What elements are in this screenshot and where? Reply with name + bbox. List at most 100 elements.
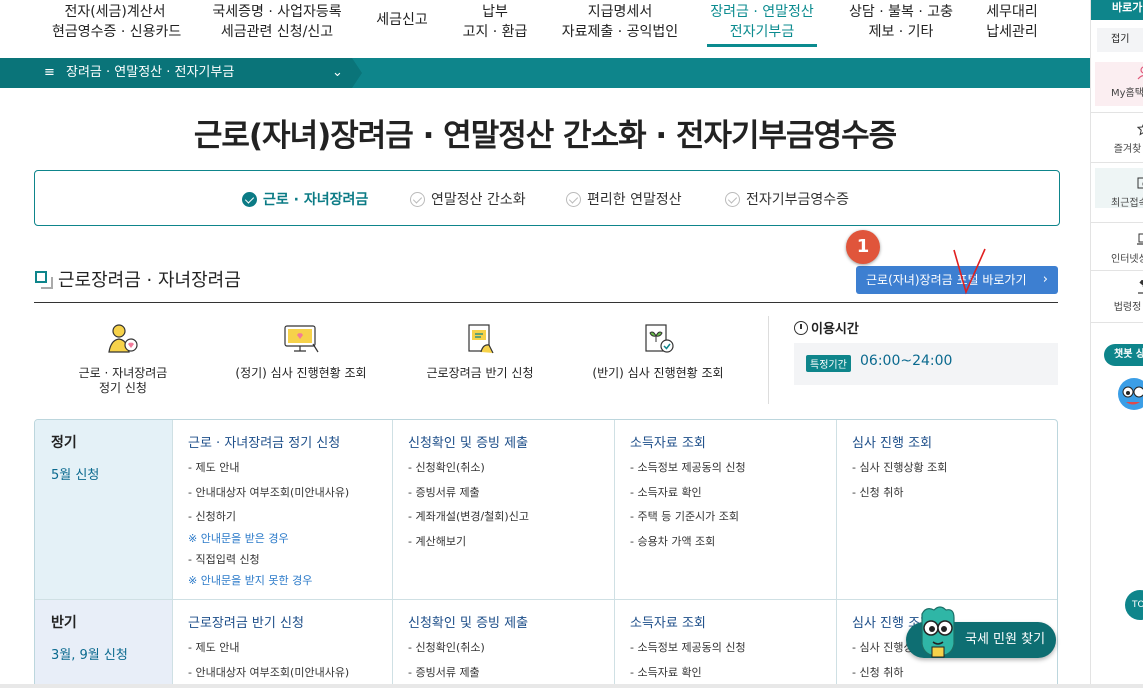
nav-item-statement[interactable]: 지급명세서 자료제출 · 공익법인 (560, 2, 680, 42)
service-table: 정기 5월 신청 근로 · 자녀장려금 정기 신청 - 제도 안내 - 안내대상… (34, 419, 1058, 688)
chatbot-button[interactable]: 챗봇 상 (1104, 344, 1143, 366)
cell-link[interactable]: - 소득자료 확인 (630, 486, 836, 500)
nav-sublabel: 고지 · 환급 (462, 24, 528, 40)
cell-link[interactable]: - 소득자료 확인 (630, 666, 836, 680)
nav-item-certificate[interactable]: 국세증명 · 사업자등록 세금관련 신청/신고 (212, 2, 342, 42)
table-cell: 근로장려금 반기 신청 - 제도 안내 - 안내대상자 여부조회(미안내사유) (172, 600, 392, 688)
cell-link[interactable]: - 증빙서류 제출 (408, 666, 614, 680)
nav-item-tax-filing[interactable]: 세금신고 (372, 10, 432, 30)
hours-value: 06:00~24:00 (860, 353, 953, 369)
portal-button-label: 근로(자녀)장려금 포털 바로가기 (866, 273, 1027, 287)
rail-item-label: 즐겨찾 (1113, 144, 1142, 155)
nav-label: 전자(세금)계산서 (64, 4, 166, 20)
tab-easy-year-end[interactable]: 편리한 연말정산 (566, 189, 682, 209)
person-heart-icon (108, 324, 138, 353)
table-cell: 신청확인 및 증빙 제출 - 신청확인(취소) - 증빙서류 제출 - 계좌개설… (392, 420, 614, 599)
nav-item-agent[interactable]: 세무대리 납세관리 (982, 2, 1042, 42)
cell-link[interactable]: - 소득정보 제공동의 신청 (630, 641, 836, 655)
tab-label: 근로 · 자녀장려금 (263, 192, 369, 208)
nav-active-underline (707, 44, 817, 47)
cell-heading-link[interactable]: 근로장려금 반기 신청 (188, 612, 392, 631)
rail-item-recent[interactable]: 최근접속 (1095, 168, 1143, 208)
tab-label: 연말정산 간소화 (431, 192, 526, 208)
find-button-label: 국세 민원 찾기 (965, 632, 1046, 647)
cell-link[interactable]: - 심사 진행상황 조회 (852, 461, 1057, 475)
nav-item-incentive[interactable]: 장려금 · 연말정산 전자기부금 (707, 2, 817, 42)
check-circle-icon (242, 192, 257, 207)
mascot-icon (921, 606, 955, 658)
rail-item-label: 인터넷상 (1111, 254, 1143, 265)
cell-link[interactable]: - 계산해보기 (408, 535, 614, 549)
table-cell: 소득자료 조회 - 소득정보 제공동의 신청 - 소득자료 확인 - 주택 등 … (614, 420, 836, 599)
cell-link[interactable]: - 승용차 가액 조회 (630, 535, 836, 549)
nav-item-payment[interactable]: 납부 고지 · 환급 (460, 2, 530, 42)
nav-item-consult[interactable]: 상담 · 불복 · 고충 제보 · 기타 (846, 2, 956, 42)
cell-heading-link[interactable]: 근로 · 자녀장려금 정기 신청 (188, 432, 392, 451)
cell-link[interactable]: - 직접입력 신청 (188, 553, 392, 567)
cell-link[interactable]: - 주택 등 기준시가 조회 (630, 510, 836, 524)
table-cell: 근로 · 자녀장려금 정기 신청 - 제도 안내 - 안내대상자 여부조회(미안… (172, 420, 392, 599)
nav-sublabel: 전자기부금 (729, 24, 795, 40)
cell-link[interactable]: - 신청확인(취소) (408, 461, 614, 475)
rail-item-internet-consult[interactable]: 인터넷상 (1095, 232, 1143, 265)
section-divider (34, 302, 1058, 303)
cell-link[interactable]: - 안내대상자 여부조회(미안내사유) (188, 486, 392, 500)
nav-label: 상담 · 불복 · 고충 (849, 4, 953, 20)
cell-heading-link[interactable]: 신청확인 및 증빙 제출 (408, 432, 614, 451)
quick-link-regular-status[interactable]: (정기) 심사 진행현황 조회 (228, 322, 374, 381)
table-cell: 신청확인 및 증빙 제출 - 신청확인(취소) - 증빙서류 제출 (392, 600, 614, 688)
rail-item-myhome[interactable]: My홈택 (1095, 62, 1143, 106)
quick-link-regular-apply[interactable]: 근로 · 자녀장려금 정기 신청 (66, 322, 180, 396)
step-badge: 1 (846, 230, 880, 264)
cell-link[interactable]: - 신청확인(취소) (408, 641, 614, 655)
rail-item-label: My홈택 (1111, 88, 1143, 99)
divider (768, 316, 769, 404)
cell-heading-link[interactable]: 신청확인 및 증빙 제출 (408, 612, 614, 631)
hours-title: 이용시간 (794, 318, 859, 337)
cell-link[interactable]: - 소득정보 제공동의 신청 (630, 461, 836, 475)
chatbot-mascot-icon[interactable] (1112, 372, 1143, 416)
hours-tag: 특정기간 (806, 355, 851, 372)
cell-link[interactable]: - 제도 안내 (188, 461, 392, 475)
row-subtitle: 3월, 9월 신청 (51, 648, 128, 663)
cell-link[interactable]: - 안내대상자 여부조회(미안내사유) (188, 666, 392, 680)
clock-icon (794, 321, 808, 335)
tab-box: 근로 · 자녀장려금 연말정산 간소화 편리한 연말정산 전자기부금영수증 (34, 170, 1060, 226)
cell-link[interactable]: - 증빙서류 제출 (408, 486, 614, 500)
document-check-icon (645, 324, 674, 353)
document-hand-icon (468, 324, 494, 354)
cell-link[interactable]: - 신청하기 (188, 510, 392, 524)
tab-donation-receipt[interactable]: 전자기부금영수증 (725, 189, 849, 209)
table-cell: 심사 진행 조회 - 심사 진행상황 조회 - 신청 취하 (836, 420, 1057, 599)
quick-link-half-status[interactable]: (반기) 심사 진행현황 조회 (590, 322, 726, 381)
tab-year-end-simple[interactable]: 연말정산 간소화 (410, 189, 526, 209)
recent-search-icon (1137, 177, 1143, 189)
tab-incentive[interactable]: 근로 · 자녀장려금 (242, 189, 368, 209)
breadcrumb[interactable]: ≡ 장려금 · 연말정산 · 전자기부금 ⌄ (0, 58, 352, 88)
cell-heading-link[interactable]: 소득자료 조회 (630, 612, 836, 631)
divider (1091, 270, 1143, 271)
cell-link[interactable]: - 계좌개설(변경/철회)신고 (408, 510, 614, 524)
hours-title-label: 이용시간 (811, 322, 859, 337)
nav-label: 세금신고 (376, 12, 428, 28)
rail-item-law[interactable]: 법령정 (1095, 280, 1143, 313)
bottom-scrollbar[interactable] (0, 684, 1143, 688)
cell-link[interactable]: - 제도 안내 (188, 641, 392, 655)
cell-heading-link[interactable]: 소득자료 조회 (630, 432, 836, 451)
nav-sublabel: 세금관련 신청/신고 (220, 24, 334, 40)
cell-link[interactable]: - 신청 취하 (852, 486, 1057, 500)
row-title: 반기 (51, 615, 77, 631)
breadcrumb-arrow (352, 58, 362, 88)
section-title: 근로장려금 · 자녀장려금 (58, 270, 241, 291)
quick-link-half-apply[interactable]: 근로장려금 반기 신청 (420, 322, 540, 381)
cell-link[interactable]: - 신청 취하 (852, 666, 1057, 680)
tab-label: 전자기부금영수증 (746, 192, 850, 208)
nav-label: 장려금 · 연말정산 (710, 4, 814, 20)
nav-item-einvoice[interactable]: 전자(세금)계산서 현금영수증 · 신용카드 (52, 2, 182, 42)
rail-item-favorites[interactable]: 즐겨찾 (1095, 122, 1143, 155)
cell-heading-link[interactable]: 심사 진행 조회 (852, 432, 1057, 451)
row-header: 정기 5월 신청 (35, 420, 172, 599)
nav-sublabel: 현금영수증 · 신용카드 (52, 24, 182, 40)
cell-note: ※ 안내문을 받은 경우 (188, 531, 289, 545)
rail-fold-button[interactable]: 접기 (1097, 28, 1143, 52)
